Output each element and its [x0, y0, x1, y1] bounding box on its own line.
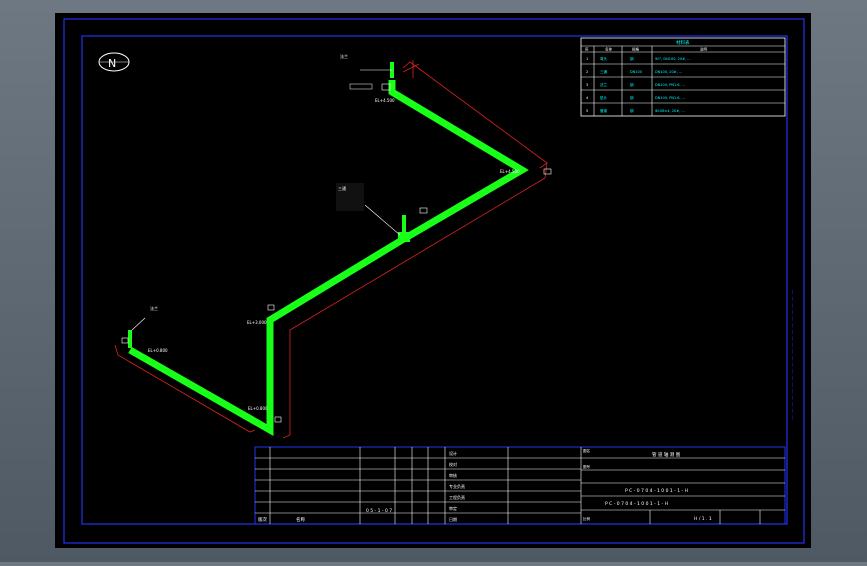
parts-table-title: 材料表: [676, 39, 690, 46]
drawing-number-secondary: P C - 0 7 0 4 - 1 0 0 1 - 1 - H: [605, 501, 668, 507]
parts-row-name: 三通: [600, 69, 608, 74]
parts-row-name: 法兰: [600, 82, 608, 87]
drawing-title: 管 道 轴 测 图: [652, 451, 681, 458]
north-label: N: [108, 57, 116, 70]
parts-row-note: DN100, 20#, ...: [655, 70, 682, 74]
annotation-elbow-mid: EL+3.000: [247, 320, 267, 325]
annotation-top-flange: 法兰: [340, 53, 348, 59]
parts-row-no: 1: [586, 57, 588, 61]
annotation-tee: 三通: [338, 185, 346, 191]
parts-row-note: Φ108×4, 20#, ...: [655, 109, 685, 113]
drawing-canvas[interactable]: — — — — — — — — — — — — — — — — — — — — …: [0, 0, 867, 562]
parts-table-header: 名称: [605, 47, 613, 52]
parts-row-spec: 钢: [630, 95, 634, 100]
middle-note: 0 5 - 1 - 0 7: [366, 508, 392, 514]
parts-row-spec: 钢: [630, 56, 634, 61]
parts-row-name: 垫片: [600, 95, 608, 100]
title-block-label: 审定: [449, 505, 457, 511]
title-block-label: 设计: [449, 450, 457, 456]
scale-label: 比例: [583, 516, 591, 521]
annotation-elbow-low: EL+0.800: [248, 406, 268, 411]
title-block-label: 校对: [449, 461, 457, 467]
drawing-sheet: [55, 13, 811, 548]
annotation-left-flange: 法兰: [150, 305, 158, 311]
parts-row-note: DN100, PN1.6, ...: [655, 96, 685, 100]
title-block-label: 日期: [449, 516, 457, 522]
parts-row-spec: 钢: [630, 82, 634, 87]
parts-row-no: 3: [586, 83, 588, 87]
parts-table-header: 说明: [700, 47, 708, 52]
rev-label: 版次: [258, 516, 267, 523]
annotation-elbow-right: EL+4.500: [500, 169, 520, 174]
title-block-label: 工程负责: [449, 494, 465, 500]
parts-table-header: 规格: [632, 47, 640, 52]
sheet-number: H / 1 . 1: [694, 516, 712, 522]
title-block-label: 专业负责: [449, 483, 465, 489]
annotation-left-end: EL+0.800: [148, 348, 168, 353]
parts-row-name: 弯头: [600, 56, 608, 61]
name-label: 名称: [296, 516, 305, 523]
parts-row-spec: DN100: [630, 70, 642, 74]
annotation-elbow-top: EL+4.500: [375, 98, 395, 103]
drawing-number: P C - 0 7 0 4 - 1 0 0 1 - 1 - H: [625, 488, 688, 494]
parts-row-spec: 钢: [630, 108, 634, 113]
parts-row-note: 90°, DN100, 20#, ...: [655, 57, 691, 61]
margin-note: — — — — — — — — — — — — — — — — — — — —: [790, 290, 796, 420]
parts-table-header: 序: [585, 47, 589, 52]
title-block-label: 审核: [449, 472, 457, 478]
cad-drawing-viewport[interactable]: — — — — — — — — — — — — — — — — — — — — …: [0, 0, 867, 562]
parts-row-note: DN100, PN1.6, ...: [655, 83, 685, 87]
top-cell-0: 图名: [583, 448, 590, 453]
top-cell-1: 图号: [583, 464, 591, 469]
parts-row-no: 2: [586, 70, 588, 74]
parts-row-name: 管道: [600, 108, 608, 113]
parts-row-no: 5: [586, 109, 588, 113]
